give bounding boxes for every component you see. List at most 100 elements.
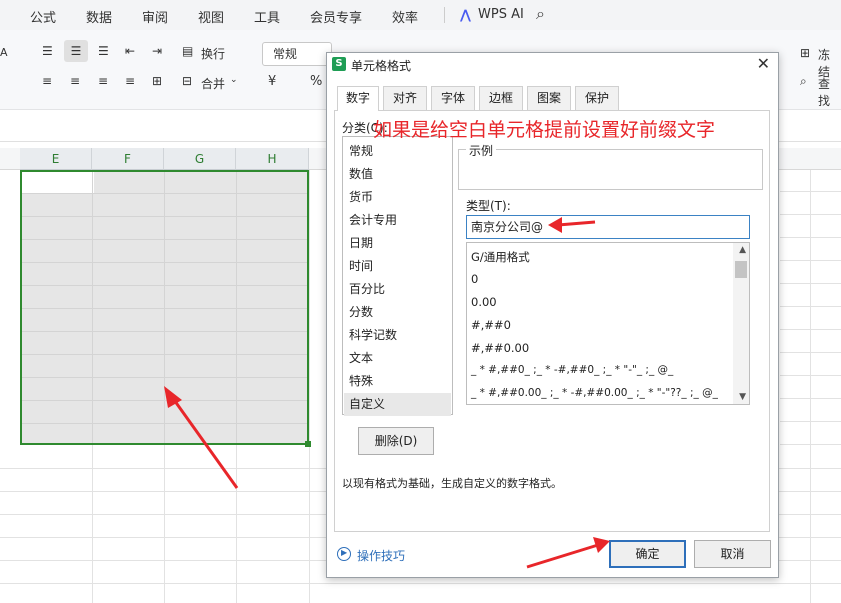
cancel-button[interactable]: 取消 bbox=[694, 540, 771, 568]
tab-border[interactable]: 边框 bbox=[479, 86, 523, 110]
distribute-icon[interactable]: ⊞ bbox=[152, 74, 162, 88]
category-item[interactable]: 文本 bbox=[344, 347, 451, 370]
grid-line bbox=[780, 375, 841, 376]
category-item[interactable]: 特殊 bbox=[344, 370, 451, 393]
format-item[interactable]: G/通用格式 bbox=[471, 249, 530, 265]
grid-line bbox=[22, 193, 307, 194]
ok-button[interactable]: 确定 bbox=[609, 540, 686, 568]
menu-data[interactable]: 数据 bbox=[86, 7, 112, 26]
format-item[interactable]: _ * #,##0.00_ ;_ * -#,##0.00_ ;_ * "-"??… bbox=[471, 387, 718, 399]
grid-line bbox=[780, 352, 841, 353]
grid-line bbox=[22, 377, 307, 378]
align-middle-icon[interactable]: ☰ bbox=[64, 40, 88, 62]
column-header-h[interactable]: H bbox=[236, 148, 309, 170]
scrollbar-thumb[interactable] bbox=[735, 261, 747, 278]
type-input[interactable]: 南京分公司@ bbox=[466, 215, 750, 239]
justify-icon[interactable]: ≡ bbox=[125, 74, 135, 88]
grid-line bbox=[780, 398, 841, 399]
category-item[interactable]: 日期 bbox=[344, 232, 451, 255]
chevron-down-icon[interactable]: ⌄ bbox=[230, 75, 238, 85]
play-icon: ▶ bbox=[341, 548, 348, 557]
sample-label: 示例 bbox=[466, 142, 497, 159]
merge-cells-button[interactable]: 合并 bbox=[201, 75, 225, 92]
grid-line bbox=[22, 308, 307, 309]
indent-decrease-icon[interactable]: ⇤ bbox=[125, 44, 135, 58]
format-item[interactable]: 0.00 bbox=[471, 295, 497, 309]
wps-sheet-logo-icon: S bbox=[332, 57, 346, 71]
menu-wps-ai[interactable]: WPS AI bbox=[478, 7, 524, 22]
format-cells-dialog: S 单元格格式 ✕ 数字 对齐 字体 边框 图案 保护 分类(C): 常规 数值… bbox=[326, 52, 779, 578]
align-center-icon[interactable]: ≡ bbox=[70, 74, 80, 88]
scroll-up-icon[interactable]: ▲ bbox=[739, 245, 746, 255]
format-description: 以现有格式为基础，生成自定义的数字格式。 bbox=[342, 477, 562, 490]
close-icon[interactable]: ✕ bbox=[757, 54, 770, 73]
active-cell[interactable] bbox=[22, 172, 94, 193]
category-item[interactable]: 时间 bbox=[344, 255, 451, 278]
currency-icon[interactable]: ¥ bbox=[268, 74, 276, 89]
tab-number[interactable]: 数字 bbox=[337, 86, 379, 111]
tab-alignment[interactable]: 对齐 bbox=[383, 86, 427, 110]
category-item[interactable]: 百分比 bbox=[344, 278, 451, 301]
grid-line bbox=[309, 170, 310, 603]
grid-line bbox=[780, 444, 841, 445]
grid-line bbox=[22, 331, 307, 332]
tab-protection[interactable]: 保护 bbox=[575, 86, 619, 110]
menu-bar: 公式 数据 审阅 视图 工具 会员专享 效率 ⋀ WPS AI ⌕ bbox=[0, 0, 841, 30]
grid-line bbox=[22, 262, 307, 263]
category-item[interactable]: 科学记数 bbox=[344, 324, 451, 347]
column-header-e[interactable]: E bbox=[20, 148, 92, 170]
grid-line bbox=[0, 583, 841, 584]
align-right-icon[interactable]: ≡ bbox=[98, 74, 108, 88]
find-button[interactable]: 查找 bbox=[818, 75, 841, 109]
format-item[interactable]: _ * #,##0_ ;_ * -#,##0_ ;_ * "-"_ ;_ @_ bbox=[471, 364, 673, 376]
grid-line bbox=[780, 329, 841, 330]
tips-link[interactable]: 操作技巧 bbox=[357, 547, 405, 564]
number-tab-panel: 分类(C): 常规 数值 货币 会计专用 日期 时间 百分比 分数 科学记数 文… bbox=[334, 110, 770, 532]
category-item[interactable]: 分数 bbox=[344, 301, 451, 324]
category-item[interactable]: 数值 bbox=[344, 163, 451, 186]
delete-button[interactable]: 删除(D) bbox=[358, 427, 434, 455]
menu-view[interactable]: 视图 bbox=[198, 7, 224, 26]
menu-review[interactable]: 审阅 bbox=[142, 7, 168, 26]
format-item[interactable]: #,##0.00 bbox=[471, 341, 529, 355]
format-list-scrollbar[interactable]: ▲ ▼ bbox=[733, 243, 749, 404]
menu-efficiency[interactable]: 效率 bbox=[392, 7, 418, 26]
search-icon[interactable]: ⌕ bbox=[536, 4, 545, 24]
menu-divider bbox=[444, 7, 445, 23]
tab-pattern[interactable]: 图案 bbox=[527, 86, 571, 110]
find-icon: ⌕ bbox=[800, 74, 807, 88]
align-left-icon[interactable]: ≡ bbox=[42, 74, 52, 88]
merge-icon: ⊟ bbox=[182, 74, 193, 88]
category-list[interactable]: 常规 数值 货币 会计专用 日期 时间 百分比 分数 科学记数 文本 特殊 自定… bbox=[342, 136, 453, 416]
fill-handle[interactable] bbox=[305, 441, 311, 447]
category-item[interactable]: 常规 bbox=[344, 140, 451, 163]
column-header-f[interactable]: F bbox=[92, 148, 164, 170]
align-bottom-icon[interactable]: ☰ bbox=[98, 44, 109, 58]
indent-increase-icon[interactable]: ⇥ bbox=[152, 44, 162, 58]
number-format-select[interactable]: 常规 bbox=[262, 42, 332, 66]
grid-line bbox=[780, 283, 841, 284]
annotation-text: 如果是给空白单元格提前设置好前缀文字 bbox=[373, 119, 716, 141]
format-item[interactable]: #,##0 bbox=[471, 318, 511, 332]
wrap-text-button[interactable]: 换行 bbox=[201, 45, 225, 62]
grid-line bbox=[780, 306, 841, 307]
format-item[interactable]: 0 bbox=[471, 272, 478, 286]
selected-range[interactable] bbox=[20, 170, 309, 445]
percent-icon[interactable]: % bbox=[310, 74, 322, 89]
dialog-title-bar[interactable]: S 单元格格式 ✕ bbox=[327, 53, 778, 77]
category-item[interactable]: 会计专用 bbox=[344, 209, 451, 232]
category-item[interactable]: 货币 bbox=[344, 186, 451, 209]
font-size-icon[interactable]: A bbox=[0, 46, 8, 59]
category-item-selected[interactable]: 自定义 bbox=[344, 393, 451, 416]
menu-formula[interactable]: 公式 bbox=[30, 7, 56, 26]
menu-tools[interactable]: 工具 bbox=[254, 7, 280, 26]
format-list[interactable]: G/通用格式 0 0.00 #,##0 #,##0.00 _ * #,##0_ … bbox=[466, 242, 750, 405]
align-top-icon[interactable]: ☰ bbox=[42, 44, 53, 58]
dialog-title: 单元格格式 bbox=[351, 59, 412, 73]
tab-font[interactable]: 字体 bbox=[431, 86, 475, 110]
grid-line bbox=[780, 260, 841, 261]
grid-line bbox=[780, 237, 841, 238]
column-header-g[interactable]: G bbox=[164, 148, 236, 170]
scroll-down-icon[interactable]: ▼ bbox=[739, 392, 746, 402]
menu-member[interactable]: 会员专享 bbox=[310, 7, 362, 26]
